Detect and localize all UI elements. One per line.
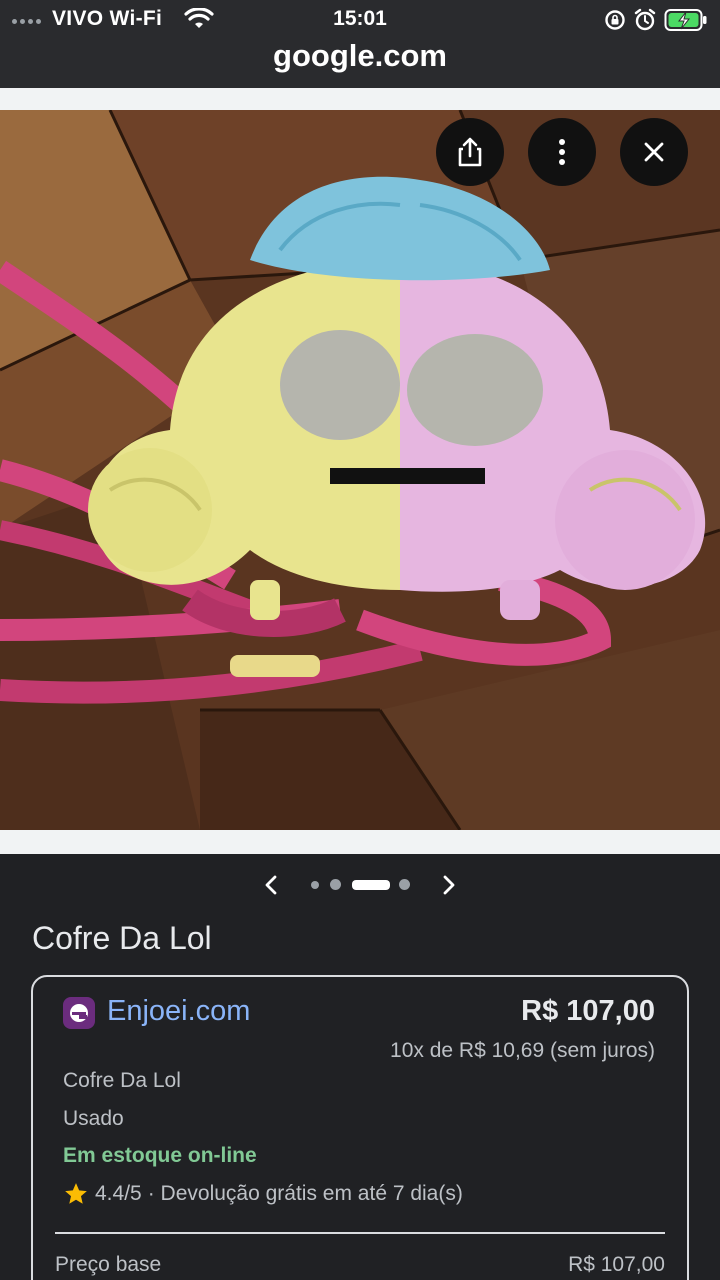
- offer-price: R$ 107,00: [521, 995, 655, 1027]
- close-icon: [644, 142, 664, 162]
- divider: [0, 88, 720, 110]
- battery-charging-icon: [664, 9, 707, 31]
- returns-policy: · Devolução grátis em até 7 dia(s): [147, 1182, 463, 1205]
- previous-image-button[interactable]: [258, 872, 284, 898]
- close-button[interactable]: [620, 118, 688, 186]
- base-price-value: R$ 107,00: [568, 1253, 665, 1276]
- carousel-dot[interactable]: [399, 879, 410, 890]
- stock-status: Em estoque on-line: [63, 1144, 257, 1167]
- next-image-button[interactable]: [436, 872, 462, 898]
- share-button[interactable]: [436, 118, 504, 186]
- image-carousel-indicator: [0, 870, 720, 900]
- offer-product-name: Cofre Da Lol: [63, 1069, 181, 1092]
- base-price-label: Preço base: [55, 1253, 162, 1276]
- chevron-left-icon: [265, 875, 277, 895]
- address-bar-url[interactable]: google.com: [0, 38, 720, 74]
- installments-text: 10x de R$ 10,69 (sem juros): [390, 1039, 655, 1062]
- store-link[interactable]: Enjoei.com: [107, 995, 250, 1028]
- star-icon: [65, 1183, 87, 1204]
- status-bar: VIVO Wi-Fi 15:01: [0, 0, 720, 38]
- rotation-lock-icon: [605, 10, 625, 30]
- product-image[interactable]: [0, 110, 720, 830]
- card-divider: [55, 1232, 665, 1234]
- divider: [0, 830, 720, 854]
- alarm-icon: [634, 8, 656, 31]
- carousel-dot[interactable]: [330, 879, 341, 890]
- store-logo-icon: [63, 997, 95, 1029]
- chevron-right-icon: [443, 875, 455, 895]
- top-bar: VIVO Wi-Fi 15:01 google.com: [0, 0, 720, 88]
- more-vert-icon: [559, 139, 565, 165]
- offer-card[interactable]: Enjoei.com R$ 107,00 10x de R$ 10,69 (se…: [31, 975, 689, 1280]
- carousel-dot[interactable]: [311, 881, 319, 889]
- share-icon: [458, 137, 482, 167]
- offer-condition: Usado: [63, 1107, 124, 1130]
- rating-row: 4.4/5 · Devolução grátis em até 7 dia(s): [63, 1181, 463, 1207]
- more-options-button[interactable]: [528, 118, 596, 186]
- rating-value: 4.4/5: [95, 1182, 142, 1205]
- product-title: Cofre Da Lol: [32, 920, 212, 956]
- carousel-dot-active[interactable]: [352, 880, 390, 890]
